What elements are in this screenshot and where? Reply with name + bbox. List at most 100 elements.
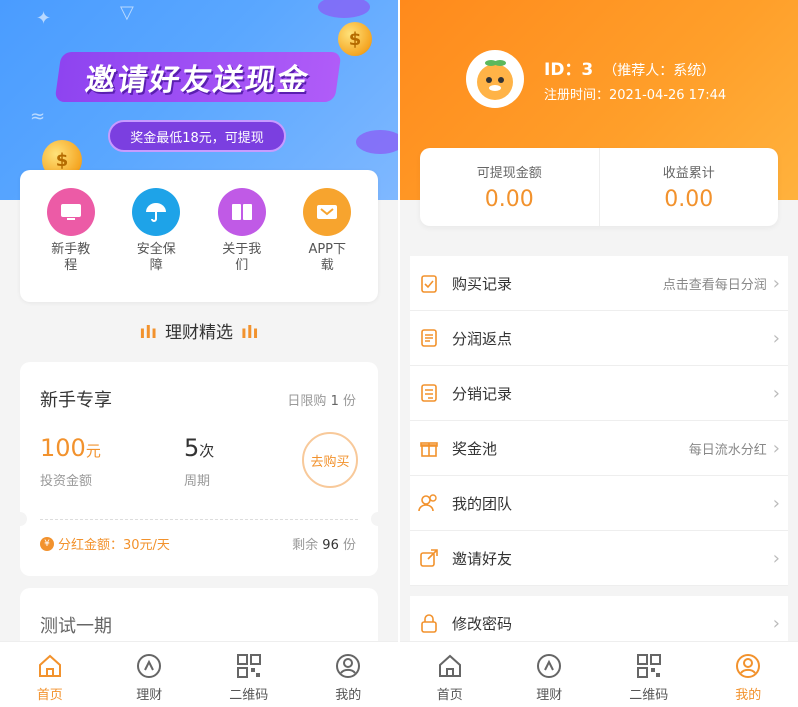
row-label: 修改密码 (452, 614, 513, 633)
chevron-right-icon: › (772, 437, 780, 459)
chevron-right-icon: › (772, 547, 780, 569)
book-icon (217, 188, 266, 236)
chevron-right-icon: › (772, 327, 780, 349)
invest-amount: 100元 (40, 434, 101, 462)
dividend-text: 分红金额：30元/天 (58, 538, 170, 553)
tab-label: 二维码 (229, 688, 269, 703)
menu-item-tutorial[interactable]: 新手教程 (36, 188, 106, 302)
row-label: 我的团队 (452, 494, 513, 513)
limit-prefix: 日限购 (287, 394, 327, 409)
row-label: 购买记录 (452, 274, 513, 293)
row-label: 邀请好友 (452, 549, 513, 568)
share-icon (418, 547, 440, 569)
finance-icon (100, 650, 200, 682)
tab-home[interactable]: 首页 (400, 642, 500, 707)
remain-prefix: 剩余 (292, 538, 319, 553)
banner-subtitle: 奖金最低18元，可提现 (108, 120, 286, 152)
divider (40, 519, 358, 520)
chevron-right-icon: › (772, 612, 780, 634)
stat-value: 0.00 (664, 187, 714, 212)
decoration-blob (318, 0, 370, 18)
menu-item-security[interactable]: 安全保障 (121, 188, 191, 302)
tab-label: 我的 (735, 688, 762, 703)
tab-qrcode[interactable]: 二维码 (599, 642, 699, 707)
qrcode-icon (199, 650, 299, 682)
stat-label: 可提现金额 (476, 166, 542, 181)
menu-row-distribution-records[interactable]: 分销记录 › (410, 366, 788, 421)
quick-menu: 新手教程 安全保障 关于我们 APP下载 (20, 170, 378, 302)
profile-menu: 购买记录 点击查看每日分润 › 分润返点 › 分销记录 › 奖金池 每日流水分红… (410, 256, 788, 586)
user-id-text: ID：3 (544, 60, 594, 80)
menu-label: 新手教程 (51, 242, 91, 273)
remaining-quota: 剩余 96 份 (292, 534, 356, 553)
home-screen: ✦ ▽ ≈ $ $ 邀请好友送现金 奖金最低18元，可提现 新手教程 安全保障 … (0, 0, 398, 707)
tab-label: 理财 (536, 688, 563, 703)
chevron-right-icon: › (772, 492, 780, 514)
qrcode-icon (599, 650, 699, 682)
tab-mine[interactable]: 我的 (299, 642, 399, 707)
tab-bar: 首页 理财 二维码 我的 (400, 641, 798, 707)
user-id: ID：3 （推荐人：系统） (544, 55, 715, 80)
invest-period: 5次 (184, 434, 214, 462)
menu-label: 关于我们 (222, 242, 262, 273)
remain-suffix: 份 (342, 538, 356, 553)
menu-item-about[interactable]: 关于我们 (207, 188, 277, 302)
period-value: 5 (184, 434, 200, 462)
triangle-decoration-icon: ▽ (120, 2, 134, 23)
chevron-right-icon: › (772, 382, 780, 404)
menu-label: APP下载 (308, 242, 347, 273)
product-name: 新手专享 (40, 390, 112, 411)
user-icon (699, 650, 798, 682)
list-icon (418, 382, 440, 404)
menu-row-purchase-records[interactable]: 购买记录 点击查看每日分润 › (410, 256, 788, 311)
user-icon (299, 650, 399, 682)
star-decoration-icon: ✦ (36, 8, 52, 29)
period-unit: 次 (199, 442, 215, 460)
amount-label: 投资金额 (40, 474, 93, 489)
gift-icon (418, 437, 440, 459)
period-label: 周期 (184, 474, 211, 489)
row-label: 分销记录 (452, 384, 513, 403)
banner-title: 邀请好友送现金 (54, 52, 342, 102)
row-hint: 每日流水分红 (688, 442, 767, 458)
amount-unit: 元 (85, 442, 101, 460)
umbrella-icon (132, 188, 181, 236)
home-icon (0, 650, 100, 682)
tab-mine[interactable]: 我的 (699, 642, 798, 707)
team-icon (418, 492, 440, 514)
total-earnings-stat[interactable]: 收益累计 0.00 (598, 148, 779, 226)
stat-value: 0.00 (484, 187, 534, 212)
row-label: 奖金池 (452, 439, 498, 458)
orange-mascot-icon (477, 60, 513, 100)
section-title: 理财精选 (165, 323, 233, 343)
ticket-notch (13, 512, 27, 526)
section-header: ılı 理财精选 ılı (0, 318, 398, 343)
product-card[interactable]: 新手专享 日限购 1 份 100元 投资金额 5次 周期 去购买 ¥ 分红金额：3… (13, 362, 385, 576)
menu-row-my-team[interactable]: 我的团队 › (410, 476, 788, 531)
tab-label: 理财 (136, 688, 163, 703)
menu-row-bonus-pool[interactable]: 奖金池 每日流水分红 › (410, 421, 788, 476)
earnings-card: 可提现金额 0.00 收益累计 0.00 (420, 148, 778, 226)
tab-label: 首页 (436, 688, 463, 703)
row-hint: 点击查看每日分润 (662, 277, 767, 293)
tab-finance[interactable]: 理财 (100, 642, 200, 707)
amount-value: 100 (40, 434, 86, 462)
menu-row-invite-friends[interactable]: 邀请好友 › (410, 531, 788, 586)
avatar[interactable] (466, 50, 524, 108)
tab-finance[interactable]: 理财 (500, 642, 600, 707)
register-time: 注册时间：2021-04-26 17:44 (544, 88, 727, 103)
buy-button[interactable]: 去购买 (302, 432, 358, 488)
menu-row-profit-rebate[interactable]: 分润返点 › (410, 311, 788, 366)
product-name: 测试一期 (40, 616, 112, 637)
tab-qrcode[interactable]: 二维码 (199, 642, 299, 707)
ticket-notch (371, 512, 385, 526)
tab-home[interactable]: 首页 (0, 642, 100, 707)
withdrawable-stat[interactable]: 可提现金额 0.00 (420, 148, 599, 226)
monitor-icon (46, 188, 95, 236)
referrer-text: （推荐人：系统） (603, 63, 716, 79)
lock-icon (418, 612, 440, 634)
menu-item-app-download[interactable]: APP下载 (292, 188, 362, 302)
dividend-info: ¥ 分红金额：30元/天 (40, 534, 170, 553)
tab-label: 二维码 (629, 688, 669, 703)
menu-label: 安全保障 (136, 242, 176, 273)
